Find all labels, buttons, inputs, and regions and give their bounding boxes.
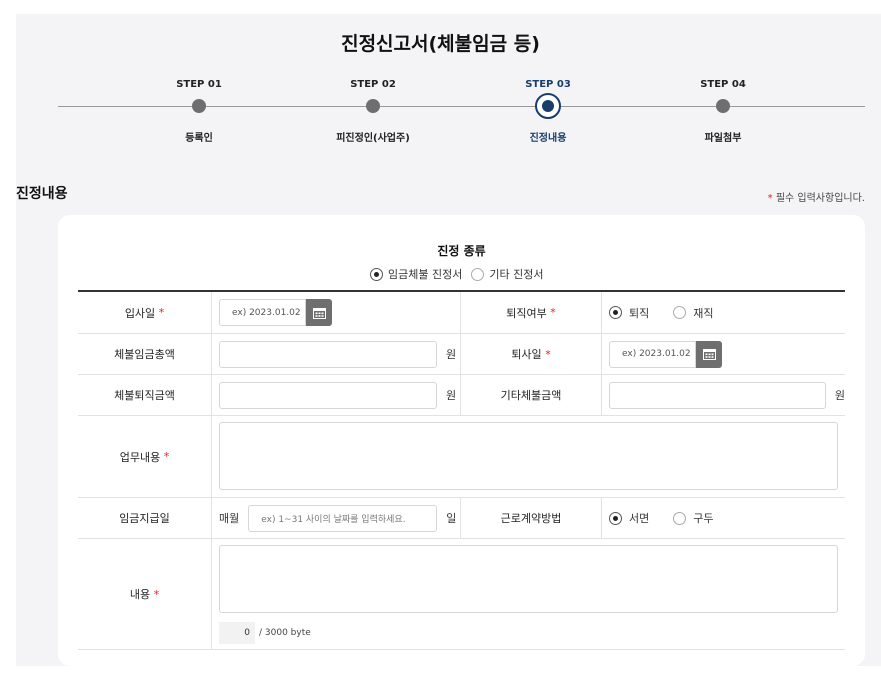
retired-status-cell: 퇴직 재직	[602, 292, 845, 333]
step-dot	[716, 99, 730, 113]
step-label: STEP 03	[525, 79, 571, 90]
retired-status-label: 퇴직여부 *	[461, 292, 602, 333]
stepper-line	[58, 106, 865, 107]
unpaid-wage-total-label: 체불임금총액	[78, 334, 212, 374]
section-title: 진정내용	[16, 186, 68, 202]
pay-day-label: 임금지급일	[78, 498, 212, 538]
retire-date-input[interactable]: ex) 2023.01.02	[609, 340, 696, 368]
won-unit: 원	[834, 389, 845, 402]
kind-other-label[interactable]: 기타 진정서	[489, 266, 543, 282]
table-row: 업무내용 *	[78, 416, 845, 498]
step-label: STEP 01	[176, 79, 222, 90]
complaint-form-table: 입사일 * ex) 2023.01.02 퇴직여부 * 퇴직 재직 체불임금총액…	[78, 290, 845, 650]
kind-other-radio[interactable]	[471, 267, 485, 281]
verbal-label[interactable]: 구두	[693, 510, 713, 526]
contract-method-cell: 서면 구두	[602, 498, 845, 538]
employed-radio[interactable]	[673, 306, 687, 319]
required-star: *	[767, 193, 773, 204]
complaint-kind-title: 진정 종류	[437, 244, 486, 258]
content-textarea[interactable]	[219, 545, 838, 613]
pay-day-prefix: 매월	[219, 512, 240, 525]
hire-date-cell: ex) 2023.01.02	[212, 292, 461, 333]
step-dot	[366, 99, 380, 113]
step-name: 등록인	[185, 133, 213, 144]
step-label: STEP 04	[700, 79, 746, 90]
unpaid-severance-input[interactable]	[219, 381, 437, 409]
retired-radio[interactable]	[609, 306, 622, 319]
won-unit: 원	[446, 389, 457, 402]
byte-count: 0	[219, 622, 255, 644]
table-row: 체불임금총액 원 퇴사일 * ex) 2023.01.02	[78, 334, 845, 375]
verbal-radio[interactable]	[673, 511, 687, 525]
unpaid-severance-cell: 원	[212, 375, 461, 415]
job-desc-cell	[212, 416, 845, 497]
step-dot	[192, 99, 206, 113]
table-row: 입사일 * ex) 2023.01.02 퇴직여부 * 퇴직 재직	[78, 292, 845, 334]
other-unpaid-label: 기타체불금액	[461, 375, 602, 415]
unpaid-wage-total-cell: 원	[212, 334, 461, 374]
pay-day-input[interactable]: ex) 1~31 사이의 날짜를 입력하세요.	[248, 504, 438, 532]
content-label: 내용 *	[78, 539, 212, 649]
calendar-icon[interactable]	[306, 299, 332, 326]
kind-wage-radio[interactable]	[370, 267, 383, 281]
table-row: 임금지급일 매월 ex) 1~31 사이의 날짜를 입력하세요. 일 근로계약방…	[78, 498, 845, 539]
hire-date-label: 입사일 *	[78, 292, 212, 333]
contract-method-label: 근로계약방법	[461, 498, 602, 538]
unpaid-severance-label: 체불퇴직금액	[78, 375, 212, 415]
step-name: 진정내용	[529, 133, 567, 144]
retired-label[interactable]: 퇴직	[629, 305, 649, 321]
job-desc-textarea[interactable]	[219, 422, 838, 490]
hire-date-input[interactable]: ex) 2023.01.02	[219, 299, 306, 326]
written-radio[interactable]	[609, 511, 622, 525]
calendar-icon[interactable]	[696, 340, 722, 368]
other-unpaid-cell: 원	[602, 375, 845, 415]
kind-wage-label[interactable]: 임금체불 진정서	[388, 266, 462, 282]
retire-date-cell: ex) 2023.01.02	[602, 334, 845, 374]
step-name: 파일첨부	[704, 133, 742, 144]
pay-day-cell: 매월 ex) 1~31 사이의 날짜를 입력하세요. 일	[212, 498, 461, 538]
required-note: * 필수 입력사항입니다.	[768, 189, 865, 204]
employed-label[interactable]: 재직	[693, 305, 713, 321]
day-unit: 일	[446, 512, 457, 525]
retire-date-label: 퇴사일 *	[461, 334, 602, 374]
page-title: 진정신고서(체불임금 등)	[341, 33, 540, 55]
byte-counter: 0 / 3000 byte	[219, 622, 838, 644]
won-unit: 원	[446, 348, 457, 361]
written-label[interactable]: 서면	[629, 510, 649, 526]
unpaid-wage-total-input[interactable]	[219, 340, 437, 368]
table-row: 체불퇴직금액 원 기타체불금액 원	[78, 375, 845, 416]
complaint-kind-options: 임금체불 진정서 기타 진정서	[370, 266, 543, 282]
content-cell: 0 / 3000 byte	[212, 539, 845, 649]
byte-limit: / 3000 byte	[259, 628, 311, 638]
other-unpaid-input[interactable]	[609, 381, 826, 409]
job-desc-label: 업무내용 *	[78, 416, 212, 497]
step-label: STEP 02	[350, 79, 396, 90]
table-row: 내용 * 0 / 3000 byte	[78, 539, 845, 650]
required-note-text: 필수 입력사항입니다.	[775, 193, 865, 204]
step-name: 피진정인(사업주)	[336, 133, 410, 144]
step-dot-current	[535, 93, 561, 119]
